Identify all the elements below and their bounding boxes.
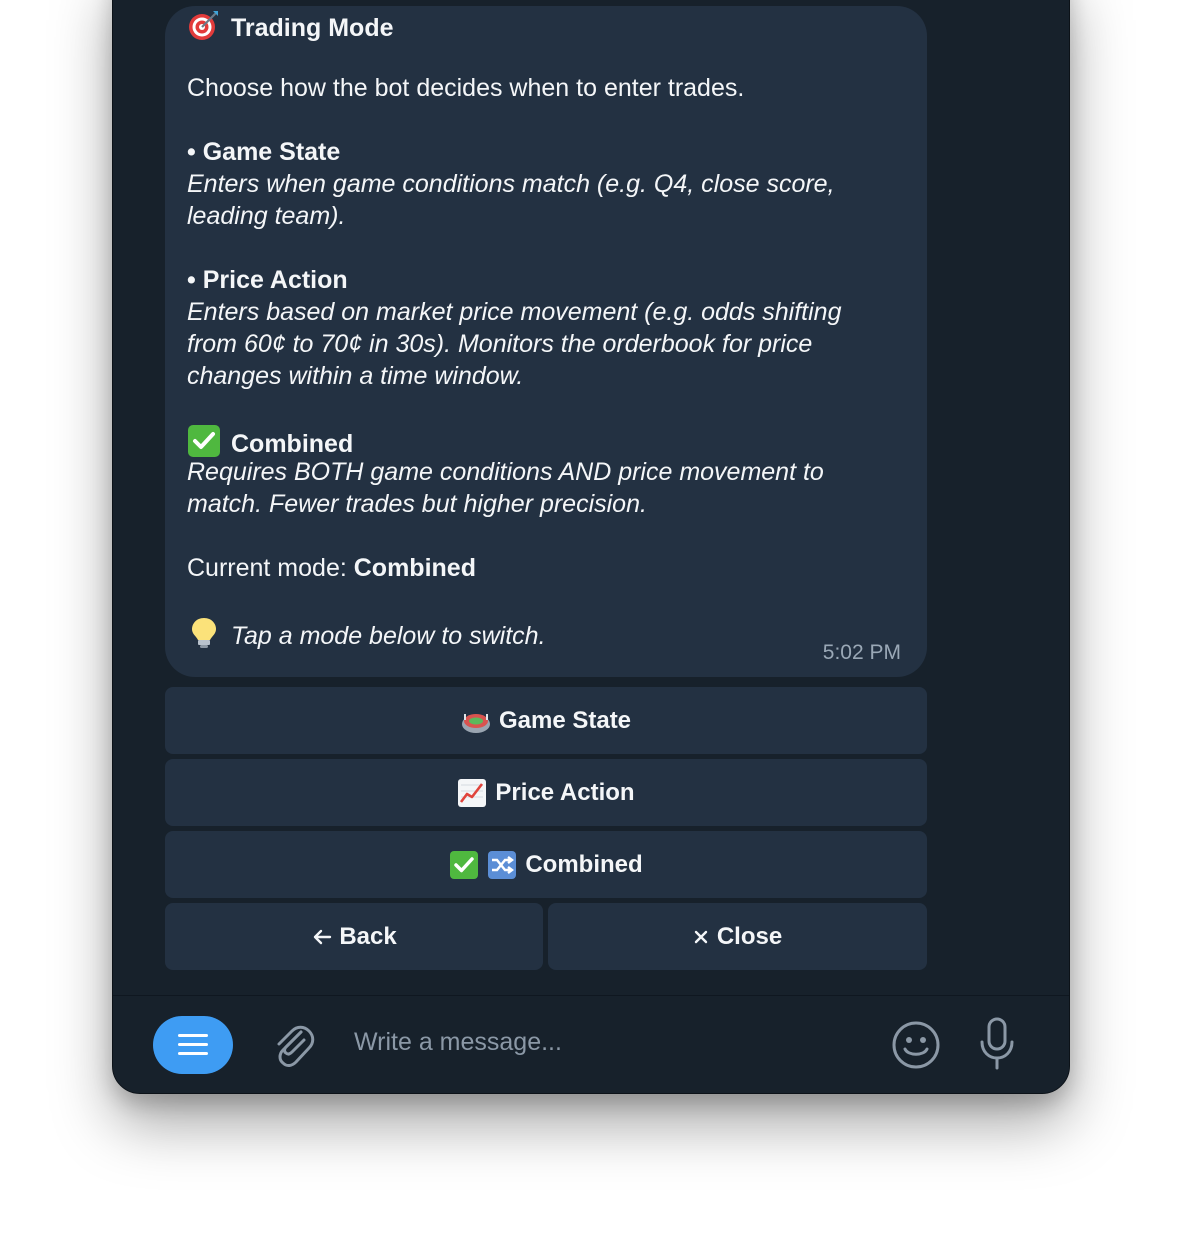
arrow-left-icon [314, 929, 332, 944]
message-bubble: Trading Mode Choose how the bot decides … [165, 6, 927, 677]
mode-desc-line: match. Fewer trades but higher precision… [187, 490, 647, 518]
hamburger-menu-icon [178, 1043, 208, 1046]
message-title-row: Trading Mode [187, 8, 394, 44]
combined-label: Combined [525, 850, 643, 878]
hamburger-menu-icon [178, 1034, 208, 1037]
hint-text: Tap a mode below to switch. [231, 622, 546, 650]
game-state-button[interactable]: Game State [165, 687, 927, 754]
green-check-icon [188, 425, 220, 457]
lightbulb-icon [192, 618, 216, 648]
current-mode-label: Current mode: [187, 554, 354, 582]
mode-desc-line: leading team). [187, 202, 346, 230]
mode-desc-line: Enters based on market price movement (e… [187, 298, 842, 326]
bullet: • [187, 266, 196, 294]
bullet: • [187, 138, 196, 166]
paperclip-icon[interactable] [269, 1020, 315, 1070]
mode-name: Combined [231, 430, 354, 458]
mode-name: Game State [202, 138, 341, 166]
price-action-button[interactable]: Price Action [165, 759, 927, 826]
hint-row: Tap a mode below to switch. [187, 616, 546, 652]
message-composer: Write a message... [113, 996, 1069, 1093]
chart-increasing-icon [458, 778, 487, 807]
mode-name: Price Action [202, 266, 348, 294]
mode-desc-line: Requires BOTH game conditions AND price … [187, 458, 824, 486]
combined-button[interactable]: Combined [165, 831, 927, 898]
game-state-label: Game State [498, 706, 632, 734]
mode-desc-line: changes within a time window. [187, 362, 524, 390]
mode-heading-combined: Combined [187, 424, 353, 460]
stadium-icon [461, 713, 490, 733]
message-timestamp: 5:02 PM [822, 641, 901, 664]
multiply-icon [694, 930, 708, 943]
message-input[interactable]: Write a message... [354, 1028, 562, 1057]
mode-desc-line: from 60¢ to 70¢ in 30s). Monitors the or… [187, 330, 813, 358]
microphone-icon[interactable] [977, 1016, 1017, 1072]
back-button[interactable]: Back [165, 903, 543, 970]
message-title: Trading Mode [231, 14, 394, 42]
shuffle-icon [488, 850, 517, 879]
chat-window: Trading Mode Choose how the bot decides … [112, 0, 1070, 1094]
mode-desc-line: Enters when game conditions match (e.g. … [187, 170, 835, 198]
smiley-icon[interactable] [891, 1020, 941, 1070]
green-check-icon [450, 850, 479, 879]
mode-heading-game-state: • Game State [187, 136, 340, 168]
message-intro: Choose how the bot decides when to enter… [187, 74, 745, 102]
direct-hit-dart-icon [189, 11, 218, 40]
mode-heading-price-action: • Price Action [187, 264, 348, 296]
current-mode-row: Current mode: Combined [187, 552, 476, 584]
close-label: Close [716, 922, 783, 950]
close-button[interactable]: Close [548, 903, 927, 970]
current-mode-value: Combined [353, 554, 476, 582]
hamburger-menu-icon [178, 1052, 208, 1055]
price-action-label: Price Action [495, 778, 635, 806]
bot-menu-button[interactable] [153, 1016, 233, 1074]
back-label: Back [339, 922, 397, 950]
